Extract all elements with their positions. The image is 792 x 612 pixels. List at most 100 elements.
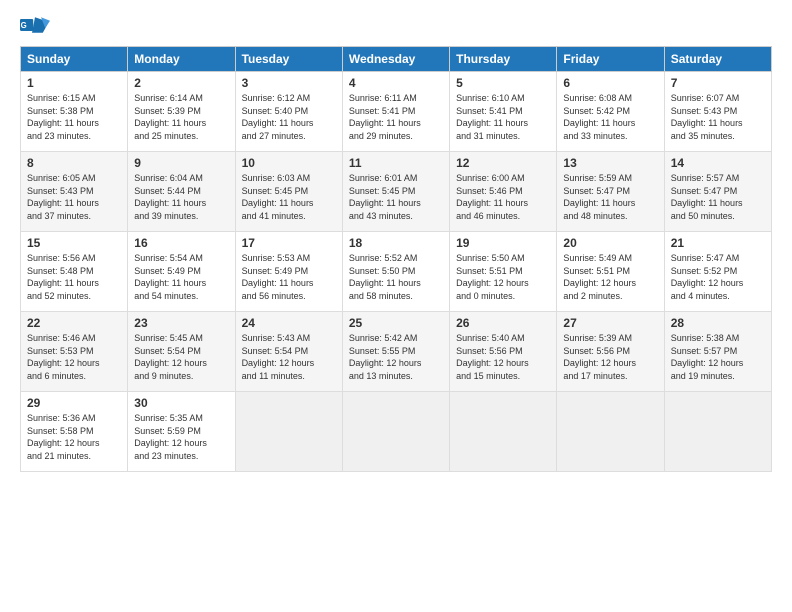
day-number: 28 (671, 316, 765, 330)
day-number: 17 (242, 236, 336, 250)
day-info: Sunrise: 5:38 AM Sunset: 5:57 PM Dayligh… (671, 332, 765, 382)
day-number: 7 (671, 76, 765, 90)
day-info: Sunrise: 6:05 AM Sunset: 5:43 PM Dayligh… (27, 172, 121, 222)
week-row-5: 29Sunrise: 5:36 AM Sunset: 5:58 PM Dayli… (21, 392, 772, 472)
day-number: 24 (242, 316, 336, 330)
day-info: Sunrise: 6:01 AM Sunset: 5:45 PM Dayligh… (349, 172, 443, 222)
day-header-tuesday: Tuesday (235, 47, 342, 72)
page: G SundayMondayTuesdayWednesdayThursdayFr… (0, 0, 792, 612)
day-number: 25 (349, 316, 443, 330)
day-info: Sunrise: 6:08 AM Sunset: 5:42 PM Dayligh… (563, 92, 657, 142)
week-row-4: 22 Sunrise: 5:46 AM Sunset: 5:53 PM Dayli… (21, 312, 772, 392)
day-cell: 15 Sunrise: 5:56 AM Sunset: 5:48 PM Dayli… (21, 232, 128, 312)
day-cell: 8 Sunrise: 6:05 AM Sunset: 5:43 PM Daylig… (21, 152, 128, 232)
day-info: Sunrise: 5:54 AM Sunset: 5:49 PM Dayligh… (134, 252, 228, 302)
day-info: Sunrise: 6:07 AM Sunset: 5:43 PM Dayligh… (671, 92, 765, 142)
day-info: Sunrise: 5:50 AM Sunset: 5:51 PM Dayligh… (456, 252, 550, 302)
day-cell: 16 Sunrise: 5:54 AM Sunset: 5:49 PM Dayli… (128, 232, 235, 312)
day-cell: 3 Sunrise: 6:12 AM Sunset: 5:40 PM Daylig… (235, 72, 342, 152)
day-number: 13 (563, 156, 657, 170)
day-info: Sunrise: 5:46 AM Sunset: 5:53 PM Dayligh… (27, 332, 121, 382)
day-cell: 13 Sunrise: 5:59 AM Sunset: 5:47 PM Dayli… (557, 152, 664, 232)
day-number: 21 (671, 236, 765, 250)
day-cell: 1 Sunrise: 6:15 AM Sunset: 5:38 PM Daylig… (21, 72, 128, 152)
day-cell: 26Sunrise: 5:40 AM Sunset: 5:56 PM Dayli… (450, 312, 557, 392)
day-cell: 11Sunrise: 6:01 AM Sunset: 5:45 PM Dayli… (342, 152, 449, 232)
day-info: Sunrise: 5:53 AM Sunset: 5:49 PM Dayligh… (242, 252, 336, 302)
day-info: Sunrise: 5:47 AM Sunset: 5:52 PM Dayligh… (671, 252, 765, 302)
day-info: Sunrise: 6:14 AM Sunset: 5:39 PM Dayligh… (134, 92, 228, 142)
day-number: 10 (242, 156, 336, 170)
day-header-wednesday: Wednesday (342, 47, 449, 72)
day-info: Sunrise: 6:10 AM Sunset: 5:41 PM Dayligh… (456, 92, 550, 142)
day-number: 16 (134, 236, 228, 250)
day-cell: 2 Sunrise: 6:14 AM Sunset: 5:39 PM Daylig… (128, 72, 235, 152)
day-cell: 17 Sunrise: 5:53 AM Sunset: 5:49 PM Dayli… (235, 232, 342, 312)
calendar-table: SundayMondayTuesdayWednesdayThursdayFrid… (20, 46, 772, 472)
day-number: 18 (349, 236, 443, 250)
day-cell: 20Sunrise: 5:49 AM Sunset: 5:51 PM Dayli… (557, 232, 664, 312)
week-row-3: 15 Sunrise: 5:56 AM Sunset: 5:48 PM Dayli… (21, 232, 772, 312)
day-number: 27 (563, 316, 657, 330)
day-cell: 29Sunrise: 5:36 AM Sunset: 5:58 PM Dayli… (21, 392, 128, 472)
day-info: Sunrise: 5:35 AM Sunset: 5:59 PM Dayligh… (134, 412, 228, 462)
day-cell (342, 392, 449, 472)
day-cell: 25 Sunrise: 5:42 AM Sunset: 5:55 PM Dayli… (342, 312, 449, 392)
day-number: 22 (27, 316, 121, 330)
day-cell (235, 392, 342, 472)
day-info: Sunrise: 6:00 AM Sunset: 5:46 PM Dayligh… (456, 172, 550, 222)
day-info: Sunrise: 5:52 AM Sunset: 5:50 PM Dayligh… (349, 252, 443, 302)
day-number: 9 (134, 156, 228, 170)
day-number: 30 (134, 396, 228, 410)
day-number: 5 (456, 76, 550, 90)
day-header-friday: Friday (557, 47, 664, 72)
day-number: 2 (134, 76, 228, 90)
day-header-monday: Monday (128, 47, 235, 72)
day-header-saturday: Saturday (664, 47, 771, 72)
day-cell: 4Sunrise: 6:11 AM Sunset: 5:41 PM Daylig… (342, 72, 449, 152)
day-info: Sunrise: 5:57 AM Sunset: 5:47 PM Dayligh… (671, 172, 765, 222)
svg-text:G: G (21, 21, 27, 30)
day-info: Sunrise: 5:59 AM Sunset: 5:47 PM Dayligh… (563, 172, 657, 222)
header: G (20, 16, 772, 36)
day-number: 15 (27, 236, 121, 250)
day-info: Sunrise: 6:12 AM Sunset: 5:40 PM Dayligh… (242, 92, 336, 142)
day-cell: 6 Sunrise: 6:08 AM Sunset: 5:42 PM Daylig… (557, 72, 664, 152)
day-info: Sunrise: 5:43 AM Sunset: 5:54 PM Dayligh… (242, 332, 336, 382)
day-info: Sunrise: 5:39 AM Sunset: 5:56 PM Dayligh… (563, 332, 657, 382)
week-row-1: 1 Sunrise: 6:15 AM Sunset: 5:38 PM Daylig… (21, 72, 772, 152)
day-info: Sunrise: 5:56 AM Sunset: 5:48 PM Dayligh… (27, 252, 121, 302)
day-number: 14 (671, 156, 765, 170)
day-number: 19 (456, 236, 550, 250)
day-info: Sunrise: 5:36 AM Sunset: 5:58 PM Dayligh… (27, 412, 121, 462)
day-cell (450, 392, 557, 472)
day-cell: 7 Sunrise: 6:07 AM Sunset: 5:43 PM Daylig… (664, 72, 771, 152)
day-info: Sunrise: 6:15 AM Sunset: 5:38 PM Dayligh… (27, 92, 121, 142)
day-number: 8 (27, 156, 121, 170)
day-cell (557, 392, 664, 472)
day-cell: 10 Sunrise: 6:03 AM Sunset: 5:45 PM Dayli… (235, 152, 342, 232)
day-info: Sunrise: 5:42 AM Sunset: 5:55 PM Dayligh… (349, 332, 443, 382)
day-number: 26 (456, 316, 550, 330)
day-cell: 21 Sunrise: 5:47 AM Sunset: 5:52 PM Dayli… (664, 232, 771, 312)
day-info: Sunrise: 5:45 AM Sunset: 5:54 PM Dayligh… (134, 332, 228, 382)
week-row-2: 8 Sunrise: 6:05 AM Sunset: 5:43 PM Daylig… (21, 152, 772, 232)
day-info: Sunrise: 6:11 AM Sunset: 5:41 PM Dayligh… (349, 92, 443, 142)
day-cell: 14 Sunrise: 5:57 AM Sunset: 5:47 PM Dayli… (664, 152, 771, 232)
day-cell: 12 Sunrise: 6:00 AM Sunset: 5:46 PM Dayli… (450, 152, 557, 232)
logo: G (20, 16, 50, 36)
day-cell: 30 Sunrise: 5:35 AM Sunset: 5:59 PM Dayli… (128, 392, 235, 472)
day-number: 6 (563, 76, 657, 90)
day-number: 12 (456, 156, 550, 170)
day-cell: 19 Sunrise: 5:50 AM Sunset: 5:51 PM Dayli… (450, 232, 557, 312)
day-cell: 23Sunrise: 5:45 AM Sunset: 5:54 PM Dayli… (128, 312, 235, 392)
day-cell: 27 Sunrise: 5:39 AM Sunset: 5:56 PM Dayli… (557, 312, 664, 392)
day-header-thursday: Thursday (450, 47, 557, 72)
day-number: 1 (27, 76, 121, 90)
day-number: 3 (242, 76, 336, 90)
day-cell (664, 392, 771, 472)
day-info: Sunrise: 5:49 AM Sunset: 5:51 PM Dayligh… (563, 252, 657, 302)
day-cell: 22 Sunrise: 5:46 AM Sunset: 5:53 PM Dayli… (21, 312, 128, 392)
day-info: Sunrise: 6:03 AM Sunset: 5:45 PM Dayligh… (242, 172, 336, 222)
day-cell: 18 Sunrise: 5:52 AM Sunset: 5:50 PM Dayli… (342, 232, 449, 312)
